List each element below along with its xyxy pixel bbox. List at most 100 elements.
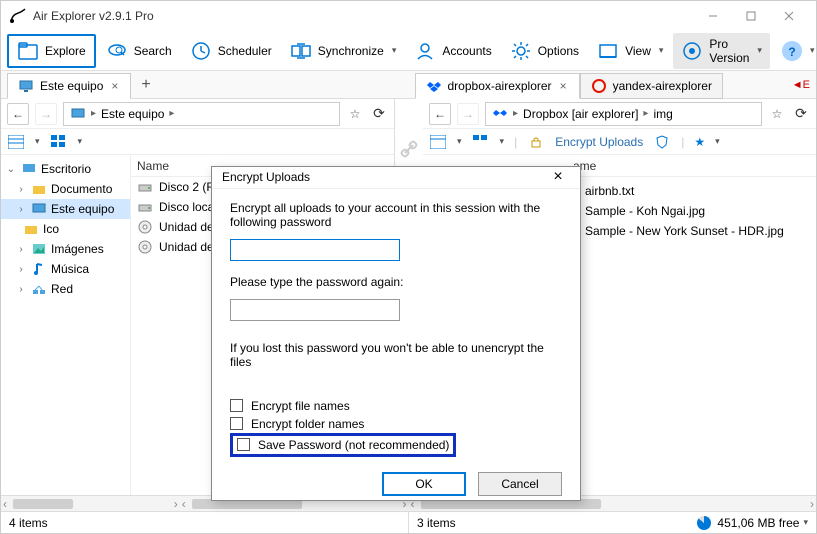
checkbox-icon[interactable] (230, 417, 243, 430)
favorite-button[interactable]: ☆ (346, 107, 364, 121)
view-list-icon[interactable] (429, 133, 447, 151)
back-button[interactable]: ← (7, 103, 29, 125)
tab-este-equipo[interactable]: Este equipo × (7, 73, 131, 99)
tree-label: Este equipo (51, 202, 114, 216)
tree-item[interactable]: Ico (1, 219, 130, 239)
tab-dropbox[interactable]: dropbox-airexplorer × (415, 73, 580, 99)
drive-icon (137, 179, 153, 195)
chevron-down-icon[interactable]: ▾ (500, 136, 505, 147)
tree-label: Música (51, 262, 89, 276)
dialog-close-button[interactable]: × (546, 168, 570, 186)
monitor-icon (18, 78, 34, 94)
options-label: Options (538, 44, 579, 58)
pro-version-button[interactable]: Pro Version ▾ (673, 33, 770, 69)
view-tiles-icon[interactable] (50, 133, 68, 151)
accounts-button[interactable]: Accounts (406, 36, 499, 66)
chevron-down-icon[interactable]: ▾ (78, 136, 83, 147)
view-list-icon[interactable] (7, 133, 25, 151)
sync-icon (290, 40, 312, 62)
checkbox-label: Encrypt file names (251, 399, 350, 413)
tree-item[interactable]: › Música (1, 259, 130, 279)
tree-item-selected[interactable]: › Este equipo (1, 199, 130, 219)
overflow-indicator[interactable]: ◄E (786, 79, 816, 91)
desktop-icon (21, 161, 37, 177)
pro-label: Pro Version (709, 37, 749, 65)
status-items-left: 4 items (9, 516, 48, 530)
chevron-down-icon: ▾ (392, 45, 397, 56)
crumb-segment[interactable]: Dropbox [air explorer] (523, 107, 638, 121)
chevron-down-icon[interactable]: ▾ (35, 136, 40, 147)
synchronize-button[interactable]: Synchronize ▾ (282, 36, 405, 66)
help-button[interactable]: ? ▾ (772, 36, 817, 66)
tab-close-icon[interactable]: × (109, 79, 120, 93)
encrypt-uploads-button[interactable]: Encrypt Uploads (555, 135, 643, 149)
forward-button[interactable]: → (35, 103, 57, 125)
explore-button[interactable]: Explore (7, 34, 96, 68)
refresh-button[interactable]: ⟳ (792, 105, 810, 122)
scheduler-button[interactable]: Scheduler (182, 36, 280, 66)
chevron-down-icon[interactable]: ▾ (803, 517, 808, 528)
checkbox-save-password-highlighted[interactable]: Save Password (not recommended) (230, 433, 456, 457)
tab-close-icon[interactable]: × (558, 79, 569, 93)
expand-icon[interactable]: › (15, 184, 27, 195)
checkbox-icon[interactable] (230, 399, 243, 412)
chevron-right-icon: ▸ (166, 108, 177, 119)
expand-icon[interactable]: › (15, 244, 27, 255)
status-items-right: 3 items (417, 516, 456, 530)
link-icon[interactable] (399, 139, 419, 159)
file-name: Unidad de (159, 240, 214, 254)
shield-icon[interactable] (653, 133, 671, 151)
tab-label: dropbox-airexplorer (448, 79, 552, 93)
options-button[interactable]: Options (502, 36, 587, 66)
tree-item[interactable]: › Imágenes (1, 239, 130, 259)
refresh-button[interactable]: ⟳ (370, 105, 388, 122)
cd-icon (137, 219, 153, 235)
minimize-button[interactable] (694, 3, 732, 29)
checkbox-encrypt-folders[interactable]: Encrypt folder names (230, 415, 562, 433)
file-name: Unidad de (159, 220, 214, 234)
close-button[interactable] (770, 3, 808, 29)
expand-icon[interactable]: › (15, 264, 27, 275)
chevron-down-icon: ▾ (810, 45, 815, 56)
gear-icon (510, 40, 532, 62)
view-button[interactable]: View ▾ (589, 36, 671, 66)
right-breadcrumb[interactable]: ▸ Dropbox [air explorer] ▸ img (485, 102, 762, 126)
checkbox-icon[interactable] (237, 438, 250, 451)
dialog-intro-text: Encrypt all uploads to your account in t… (230, 201, 562, 229)
images-icon (31, 241, 47, 257)
tree-item[interactable]: › Documento (1, 179, 130, 199)
maximize-button[interactable] (732, 3, 770, 29)
tabs-row: Este equipo × + dropbox-airexplorer × ya… (1, 71, 816, 99)
new-tab-button[interactable]: + (131, 76, 160, 94)
forward-button[interactable]: → (457, 103, 479, 125)
view-icon (597, 40, 619, 62)
cancel-button[interactable]: Cancel (478, 472, 562, 496)
expand-icon[interactable]: › (15, 284, 27, 295)
crumb-segment[interactable]: Este equipo (101, 107, 164, 121)
titlebar: Air Explorer v2.9.1 Pro (1, 1, 816, 31)
password-confirm-input[interactable] (230, 299, 400, 321)
chevron-down-icon[interactable]: ▾ (715, 136, 720, 147)
tree-item[interactable]: › Red (1, 279, 130, 299)
checkbox-encrypt-files[interactable]: Encrypt file names (230, 397, 562, 415)
tab-yandex[interactable]: yandex-airexplorer (580, 73, 723, 99)
scheduler-icon (190, 40, 212, 62)
dialog-title: Encrypt Uploads (222, 170, 546, 184)
tree-label: Imágenes (51, 242, 104, 256)
checkbox-label: Save Password (not recommended) (258, 438, 449, 452)
view-tiles-icon[interactable] (472, 133, 490, 151)
collapse-icon[interactable]: ⌄ (5, 164, 17, 175)
left-breadcrumb[interactable]: ▸ Este equipo ▸ (63, 102, 340, 126)
crumb-segment[interactable]: img (653, 107, 672, 121)
star-icon[interactable]: ★ (694, 135, 705, 149)
favorite-button[interactable]: ☆ (768, 107, 786, 121)
tree-root[interactable]: ⌄ Escritorio (1, 159, 130, 179)
scheduler-label: Scheduler (218, 44, 272, 58)
password-input[interactable] (230, 239, 400, 261)
back-button[interactable]: ← (429, 103, 451, 125)
ok-button[interactable]: OK (382, 472, 466, 496)
synchronize-label: Synchronize (318, 44, 384, 58)
expand-icon[interactable]: › (15, 204, 27, 215)
search-button[interactable]: Search (98, 36, 180, 66)
chevron-down-icon[interactable]: ▾ (457, 136, 462, 147)
